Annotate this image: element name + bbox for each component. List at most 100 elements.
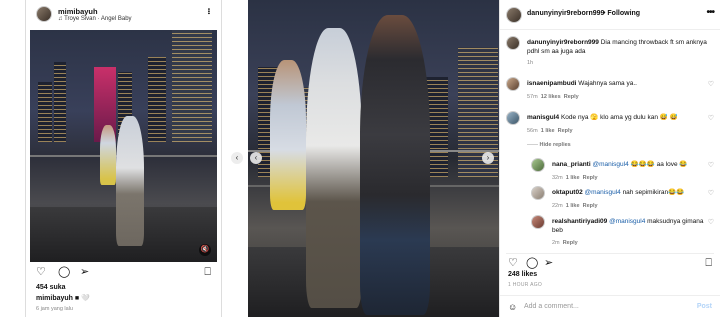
reply-username[interactable]: nana_prianti: [552, 161, 591, 168]
reply-body: 😂😂😂 aa love 😂: [630, 161, 688, 168]
right-post-photo[interactable]: [248, 0, 499, 317]
building: [148, 57, 166, 142]
avatar[interactable]: [531, 215, 545, 229]
avatar[interactable]: [36, 6, 52, 22]
person-man: [360, 15, 430, 315]
post-button[interactable]: Post: [697, 303, 712, 310]
left-post-video[interactable]: 🔇: [30, 30, 217, 262]
reply-mention[interactable]: @manisgul4: [585, 189, 621, 196]
music-label[interactable]: ♫ Troye Sivan · Angel Baby: [58, 16, 132, 22]
comment-like-heart-icon[interactable]: ♡: [708, 189, 714, 197]
person-child: [100, 125, 116, 185]
post-age: 1 HOUR AGO: [508, 282, 543, 288]
person-woman: [116, 116, 144, 246]
comment-username[interactable]: manisgul4: [527, 114, 559, 121]
muted-speaker-icon[interactable]: 🔇: [199, 244, 211, 256]
person-child: [270, 60, 306, 210]
left-post-time: 6 jam yang lalu: [36, 306, 73, 312]
reply-username[interactable]: oktaput02: [552, 189, 583, 196]
add-comment-input[interactable]: Add a comment...: [524, 303, 579, 310]
left-post-likes[interactable]: 454 suka: [36, 284, 66, 291]
avatar[interactable]: [506, 111, 520, 125]
following-label[interactable]: Following: [607, 10, 640, 17]
next-photo-icon[interactable]: ›: [482, 152, 494, 164]
reply-username[interactable]: realshantiriyadi09: [552, 218, 607, 225]
comment-text: isnaenipambudi Wajahnya sama ya..: [527, 79, 637, 88]
reply-button[interactable]: Reply: [583, 203, 598, 209]
reply-meta: 22m 1 like Reply: [552, 203, 598, 209]
avatar[interactable]: [506, 77, 520, 91]
comment-meta: 56m 1 like Reply: [527, 128, 573, 134]
comment-body: Wajahnya sama ya..: [578, 80, 637, 87]
comment-like-heart-icon[interactable]: ♡: [708, 114, 714, 122]
hide-replies-label[interactable]: Hide replies: [540, 142, 571, 148]
avatar[interactable]: [506, 7, 522, 23]
prev-photo-icon[interactable]: ‹: [250, 152, 262, 164]
comment-body: Kode nya 🫣 klo ama yg dulu kan 😅 😅: [560, 114, 678, 121]
reply-button[interactable]: Reply: [563, 240, 578, 246]
comment-time: 56m: [527, 128, 538, 134]
reply-button[interactable]: Reply: [558, 128, 573, 134]
caption-username[interactable]: danunyinyir9reborn999: [527, 39, 599, 46]
more-options-icon[interactable]: •••: [205, 8, 211, 14]
comment-like-heart-icon[interactable]: ♡: [708, 218, 714, 226]
post-header: danunyinyir9reborn999 • Following •••: [500, 0, 720, 30]
bookmark-icon[interactable]: ⎕: [204, 265, 211, 279]
like-heart-icon[interactable]: ♡: [36, 265, 46, 279]
comment-likes[interactable]: 12 likes: [541, 94, 561, 100]
comment-time: 57m: [527, 94, 538, 100]
caption: danunyinyir9reborn999 Dia mancing throwb…: [527, 38, 712, 56]
reply-text: oktaput02 @manisgul4 nah sepimikiran😂😂: [552, 188, 684, 197]
post-likes[interactable]: 248 likes: [508, 271, 537, 278]
reply-text: nana_prianti @manisgul4 😂😂😂 aa love 😂: [552, 160, 687, 169]
reply-likes[interactable]: 1 like: [566, 175, 580, 181]
post-username[interactable]: danunyinyir9reborn999: [527, 10, 604, 17]
comment-icon[interactable]: ◯: [526, 256, 538, 270]
caption-text: ■ 🤍: [74, 295, 90, 302]
building: [54, 62, 66, 142]
reply-mention[interactable]: @manisgul4: [592, 161, 628, 168]
reply-button[interactable]: Reply: [583, 175, 598, 181]
comment-username[interactable]: isnaenipambudi: [527, 80, 576, 87]
building: [172, 30, 212, 142]
share-icon[interactable]: ➢: [80, 265, 89, 279]
reply-meta: 2m Reply: [552, 240, 578, 246]
left-post-username[interactable]: mimibayuh: [58, 7, 98, 16]
reply-mention[interactable]: @manisgul4: [609, 218, 645, 225]
avatar[interactable]: [506, 36, 520, 50]
bookmark-icon[interactable]: ⎕: [705, 256, 712, 270]
caption-time: 1h: [527, 60, 534, 66]
comment-like-heart-icon[interactable]: ♡: [708, 161, 714, 169]
more-options-icon[interactable]: •••: [706, 7, 714, 18]
comment-likes[interactable]: 1 like: [541, 128, 555, 134]
prev-arrow-icon[interactable]: ‹: [231, 152, 243, 164]
reply-text: realshantiriyadi09 @manisgul4 maksudnya …: [552, 217, 712, 235]
avatar[interactable]: [531, 158, 545, 172]
reply-time: 22m: [552, 203, 563, 209]
post-actions: ♡ ◯ ➢ ⎕: [506, 253, 714, 270]
reply-body: nah sepimikiran😂😂: [622, 189, 685, 196]
add-comment-bar: ☺ Add a comment... Post: [500, 295, 720, 317]
hide-replies-button[interactable]: —— Hide replies: [527, 142, 571, 148]
comment-text: manisgul4 Kode nya 🫣 klo ama yg dulu kan…: [527, 113, 678, 122]
left-post-actions: ♡ ◯ ➢ ⎕: [36, 265, 213, 279]
share-icon[interactable]: ➢: [544, 256, 553, 270]
person-woman: [306, 28, 362, 308]
avatar[interactable]: [531, 186, 545, 200]
comment-icon[interactable]: ◯: [58, 265, 70, 279]
caption-username[interactable]: mimibayuh: [36, 295, 73, 302]
comment-meta: 57m 12 likes Reply: [527, 94, 579, 100]
comment-like-heart-icon[interactable]: ♡: [708, 80, 714, 88]
reply-meta: 32m 1 like Reply: [552, 175, 598, 181]
building: [38, 82, 52, 142]
left-post-card: mimibayuh ♫ Troye Sivan · Angel Baby •••…: [25, 0, 222, 317]
reply-likes[interactable]: 1 like: [566, 203, 580, 209]
like-heart-icon[interactable]: ♡: [508, 256, 518, 270]
reply-button[interactable]: Reply: [564, 94, 579, 100]
emoji-icon[interactable]: ☺: [508, 300, 517, 314]
left-post-header: mimibayuh ♫ Troye Sivan · Angel Baby •••: [36, 6, 215, 26]
following-button[interactable]: • Following: [603, 10, 640, 17]
music-text[interactable]: Troye Sivan · Angel Baby: [64, 16, 131, 22]
reply-time: 2m: [552, 240, 560, 246]
left-post-caption: mimibayuh ■ 🤍: [36, 294, 90, 302]
